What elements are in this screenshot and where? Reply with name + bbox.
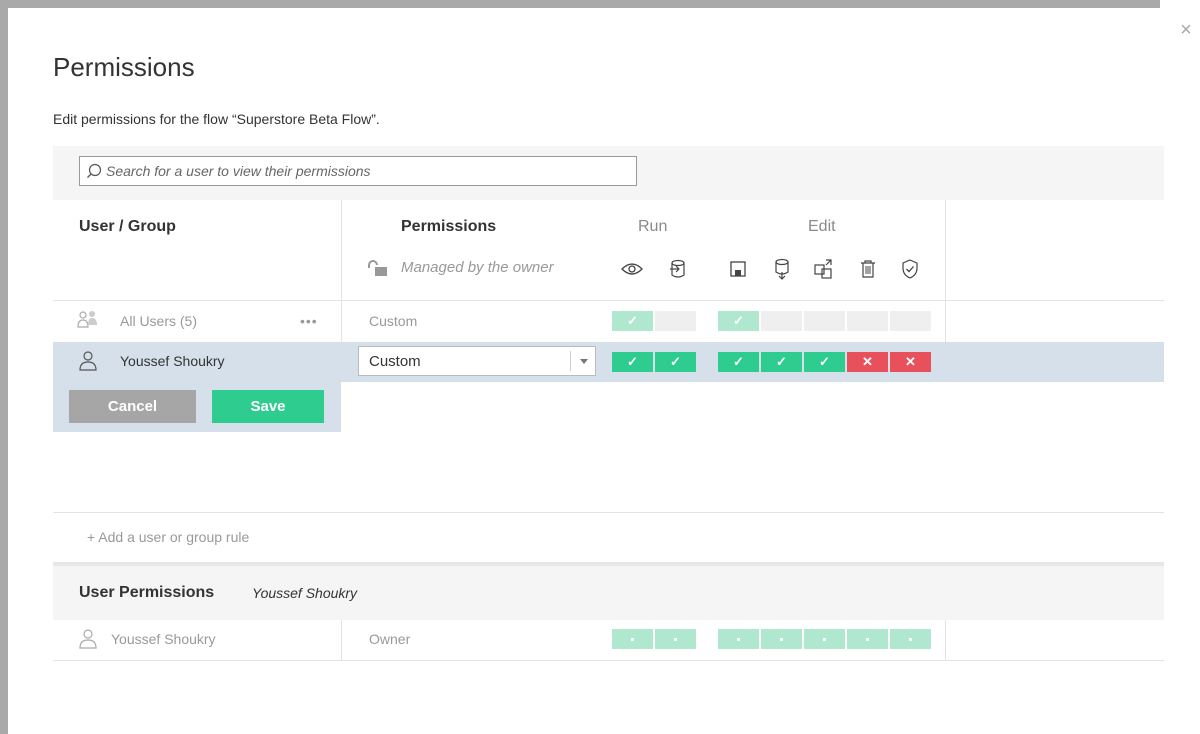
delete-icon bbox=[857, 257, 879, 281]
row-permission-all-users: Custom bbox=[369, 313, 418, 329]
managed-by-owner: Managed by the owner bbox=[367, 259, 554, 276]
more-actions-icon[interactable]: ••• bbox=[300, 313, 318, 329]
column-divider-2c bbox=[945, 300, 946, 342]
effective-edit-set-permissions bbox=[890, 629, 931, 649]
run-header: Run bbox=[638, 218, 668, 235]
cap-youssef-run-flow[interactable]: ✓ bbox=[655, 352, 696, 372]
save-icon bbox=[727, 257, 749, 281]
effective-edit-save bbox=[718, 629, 759, 649]
run-flow-icon bbox=[667, 257, 689, 281]
user-icon bbox=[79, 629, 97, 649]
group-icon bbox=[77, 311, 97, 328]
cap-all-users-edit-set-permissions[interactable] bbox=[890, 311, 931, 331]
effective-run-flow bbox=[655, 629, 696, 649]
dialog-subtitle: Edit permissions for the flow “Superstor… bbox=[53, 111, 380, 127]
search-icon bbox=[87, 163, 102, 178]
cap-all-users-edit-move[interactable] bbox=[804, 311, 845, 331]
add-rule-link[interactable]: + Add a user or group rule bbox=[87, 529, 249, 545]
dialog-title: Permissions bbox=[53, 52, 195, 82]
effective-run-view bbox=[612, 629, 653, 649]
row-name-youssef: Youssef Shoukry bbox=[120, 353, 225, 369]
select-separator bbox=[570, 351, 571, 371]
cap-all-users-edit-download[interactable] bbox=[761, 311, 802, 331]
unlock-icon bbox=[368, 259, 387, 276]
effective-row-name: Youssef Shoukry bbox=[111, 631, 216, 647]
cap-all-users-edit-save[interactable]: ✓ bbox=[718, 311, 759, 331]
edit-header: Edit bbox=[808, 218, 836, 235]
user-permissions-user: Youssef Shoukry bbox=[252, 585, 358, 601]
cap-youssef-edit-download[interactable]: ✓ bbox=[761, 352, 802, 372]
cap-all-users-run-flow[interactable] bbox=[655, 311, 696, 331]
user-permissions-header bbox=[53, 566, 1164, 620]
user-group-header: User / Group bbox=[79, 218, 176, 235]
managed-by-owner-label: Managed by the owner bbox=[401, 259, 554, 276]
cap-youssef-edit-delete[interactable]: ✕ bbox=[847, 352, 888, 372]
search-field[interactable] bbox=[79, 156, 637, 186]
download-icon bbox=[771, 257, 793, 281]
user-icon bbox=[79, 351, 97, 371]
set-permissions-icon bbox=[899, 257, 921, 281]
effective-row-role: Owner bbox=[369, 631, 411, 647]
cap-all-users-edit-delete[interactable] bbox=[847, 311, 888, 331]
header-separator bbox=[53, 300, 1164, 301]
move-icon bbox=[813, 257, 835, 281]
search-input[interactable] bbox=[106, 163, 626, 179]
column-divider-1b bbox=[341, 620, 342, 660]
cap-all-users-run-view[interactable]: ✓ bbox=[612, 311, 653, 331]
column-divider-2b bbox=[945, 620, 946, 660]
cap-youssef-edit-save[interactable]: ✓ bbox=[718, 352, 759, 372]
effective-edit-delete bbox=[847, 629, 888, 649]
window-edge-left bbox=[0, 0, 8, 734]
permissions-dialog: × Permissions Edit permissions for the f… bbox=[0, 0, 1200, 734]
column-divider-1 bbox=[341, 200, 342, 342]
cancel-button[interactable]: Cancel bbox=[69, 390, 196, 423]
effective-edit-download bbox=[761, 629, 802, 649]
row-name-all-users: All Users (5) bbox=[120, 313, 198, 329]
column-divider-2 bbox=[945, 200, 946, 300]
cap-youssef-edit-set-permissions[interactable]: ✕ bbox=[890, 352, 931, 372]
chevron-down-icon bbox=[580, 359, 588, 364]
save-button[interactable]: Save bbox=[212, 390, 324, 423]
cap-youssef-run-view[interactable]: ✓ bbox=[612, 352, 653, 372]
eye-icon bbox=[621, 257, 643, 281]
permissions-header: Permissions bbox=[401, 218, 497, 235]
close-icon[interactable]: × bbox=[1176, 20, 1196, 40]
rules-bottom-separator bbox=[53, 512, 1164, 513]
permission-template-value: Custom bbox=[369, 352, 421, 370]
effective-edit-move bbox=[804, 629, 845, 649]
user-permissions-title: User Permissions bbox=[79, 584, 215, 601]
window-edge-gap bbox=[1160, 0, 1200, 8]
window-edge-top bbox=[0, 0, 1180, 8]
effective-row-separator bbox=[53, 660, 1164, 661]
cap-youssef-edit-move[interactable]: ✓ bbox=[804, 352, 845, 372]
permission-template-select[interactable]: Custom bbox=[358, 346, 596, 376]
